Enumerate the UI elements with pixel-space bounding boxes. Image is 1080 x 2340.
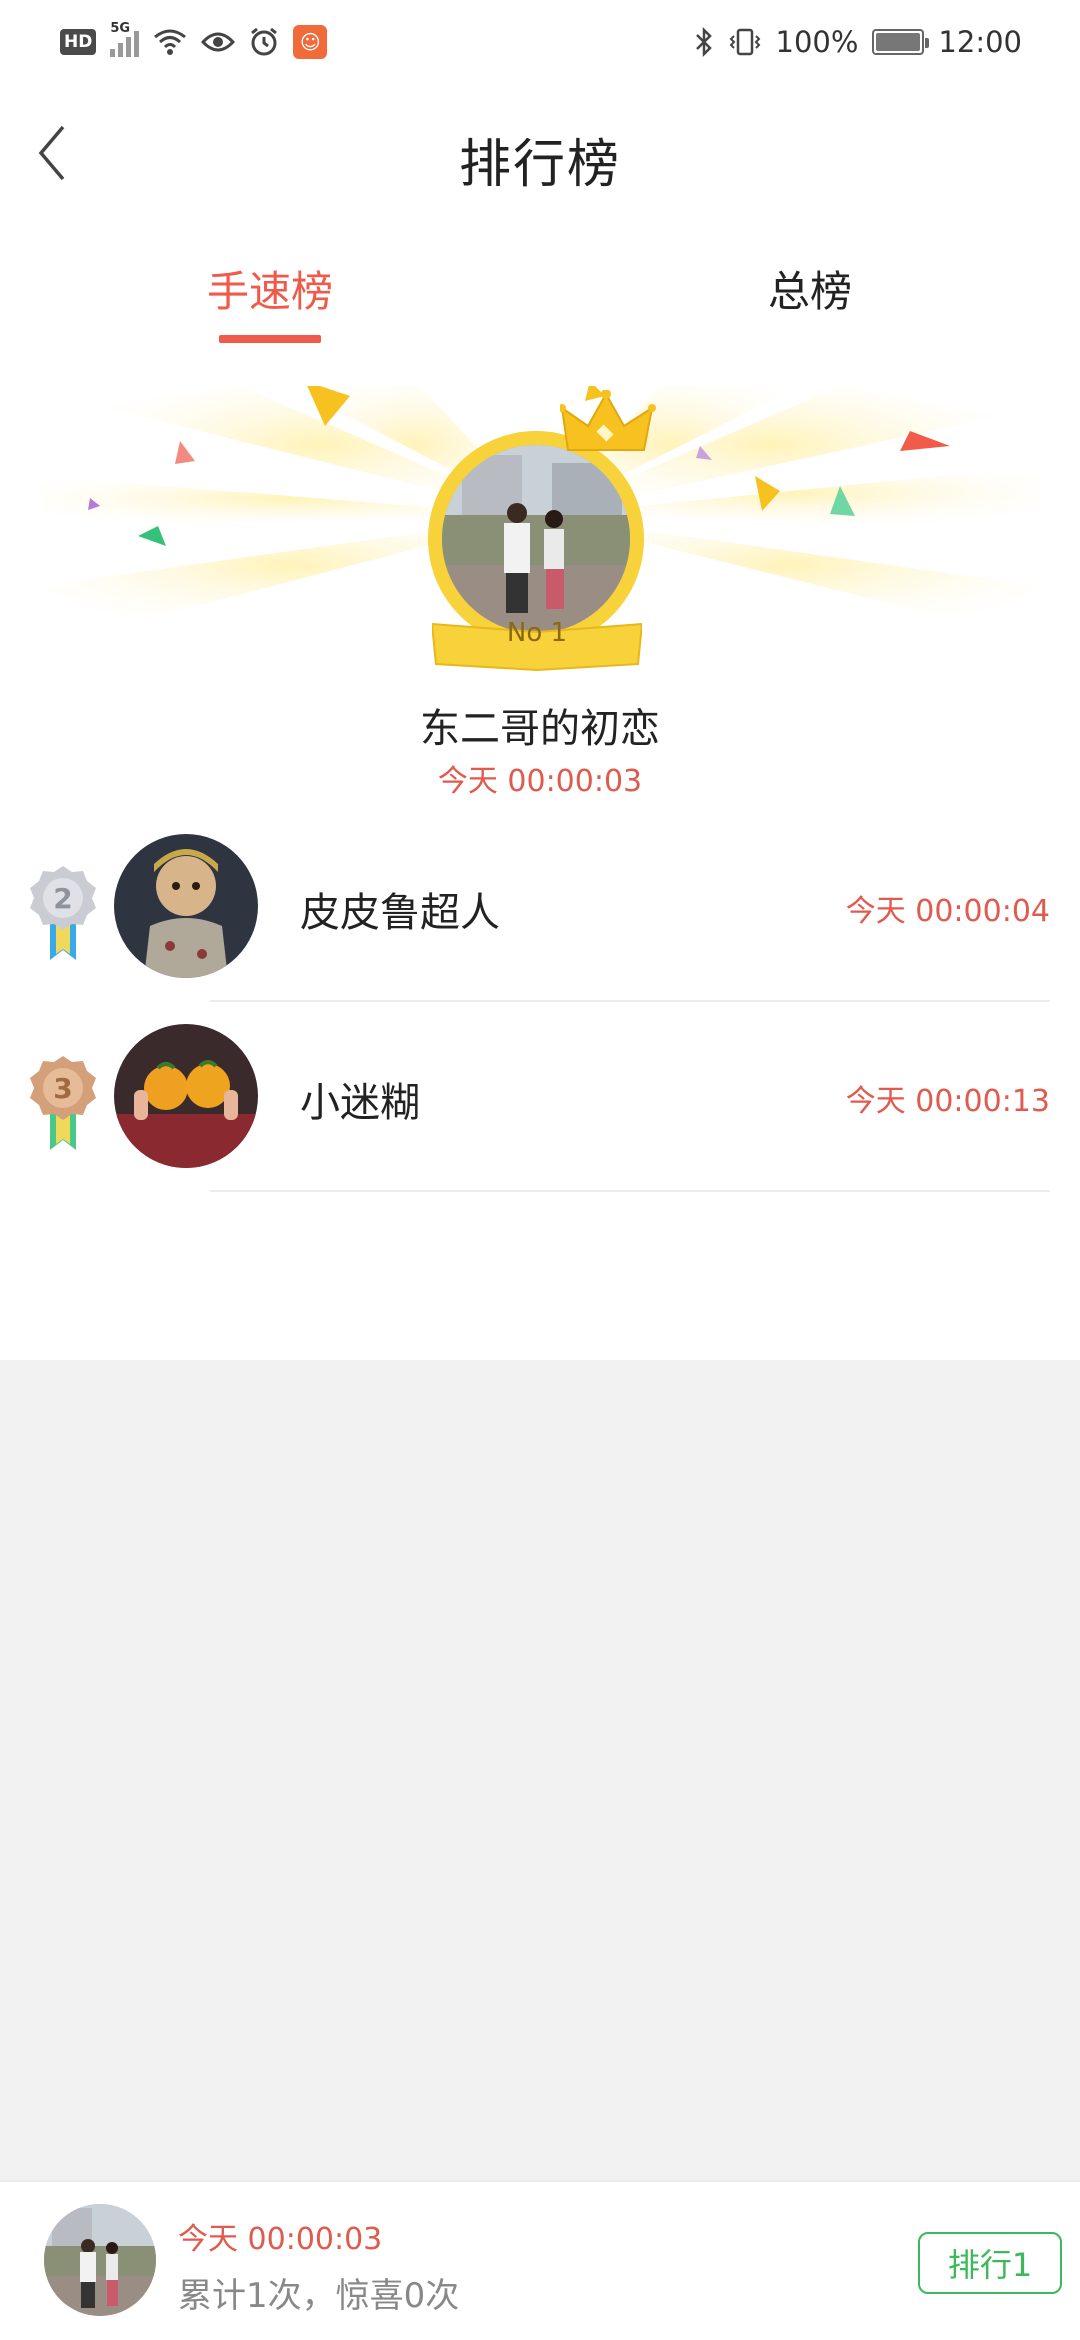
eye-icon — [201, 32, 236, 52]
player-time: 今天 00:00:04 — [845, 894, 1050, 929]
tab-overall-ranking[interactable]: 总榜 — [690, 258, 930, 319]
champion-avatar[interactable] — [442, 445, 630, 633]
ranking-list-panel: No 1 东二哥的初恋 今天 00:00:03 2 皮皮鲁超人 今天 00:00… — [0, 346, 1080, 1360]
top-app-bar: 排行榜 — [0, 84, 1080, 220]
list-item[interactable]: 2 皮皮鲁超人 今天 00:00:04 — [0, 834, 1080, 1024]
champion-section: No 1 东二哥的初恋 今天 00:00:03 — [0, 346, 1080, 816]
vibrate-icon — [729, 28, 760, 56]
status-bar: HD 5G ☺ 100% 12:00 — [0, 0, 1080, 84]
wifi-icon — [154, 29, 187, 55]
clock: 12:00 — [938, 25, 1022, 59]
active-tab-indicator — [219, 335, 321, 343]
status-right: 100% 12:00 — [694, 25, 1022, 59]
medal-rank-number: 2 — [53, 882, 72, 915]
my-stats: 累计1次，惊喜0次 — [178, 2276, 460, 2316]
medal-rank-number: 3 — [53, 1072, 72, 1105]
champion-name: 东二哥的初恋 — [420, 706, 660, 752]
champion-rank-label: No 1 — [506, 618, 568, 648]
battery-percent: 100% — [775, 25, 859, 59]
my-time: 今天 00:00:03 — [178, 2222, 383, 2257]
crown-icon — [560, 390, 656, 451]
app-notification-icon: ☺ — [293, 25, 328, 59]
avatar[interactable] — [114, 834, 258, 978]
player-name: 小迷糊 — [300, 1080, 420, 1126]
hd-icon: HD — [60, 29, 97, 55]
alarm-icon — [251, 27, 278, 56]
champion-time: 今天 00:00:03 — [437, 764, 643, 799]
player-time: 今天 00:00:13 — [845, 1084, 1050, 1119]
cellular-signal-icon: 5G — [110, 21, 140, 57]
battery-icon — [872, 29, 930, 55]
divider — [210, 1190, 1050, 1192]
status-left: HD 5G ☺ — [60, 21, 328, 59]
tab-speed-ranking[interactable]: 手速榜 — [150, 258, 390, 319]
player-name: 皮皮鲁超人 — [300, 890, 500, 936]
divider — [210, 1000, 1050, 1002]
my-ranking-bar: 今天 00:00:03 累计1次，惊喜0次 排行1 — [0, 2180, 1080, 2340]
tab-bar: 手速榜 总榜 — [0, 220, 1080, 346]
list-item[interactable]: 3 小迷糊 今天 00:00:13 — [0, 1024, 1080, 1214]
my-rank-button[interactable]: 排行1 — [918, 2232, 1062, 2294]
page-title: 排行榜 — [458, 135, 621, 195]
avatar[interactable] — [114, 1024, 258, 1168]
silver-medal-icon: 2 — [30, 866, 96, 960]
network-type-label: 5G — [110, 21, 131, 36]
my-avatar[interactable] — [44, 2204, 156, 2316]
bronze-medal-icon: 3 — [30, 1056, 96, 1150]
bluetooth-icon — [695, 27, 712, 57]
